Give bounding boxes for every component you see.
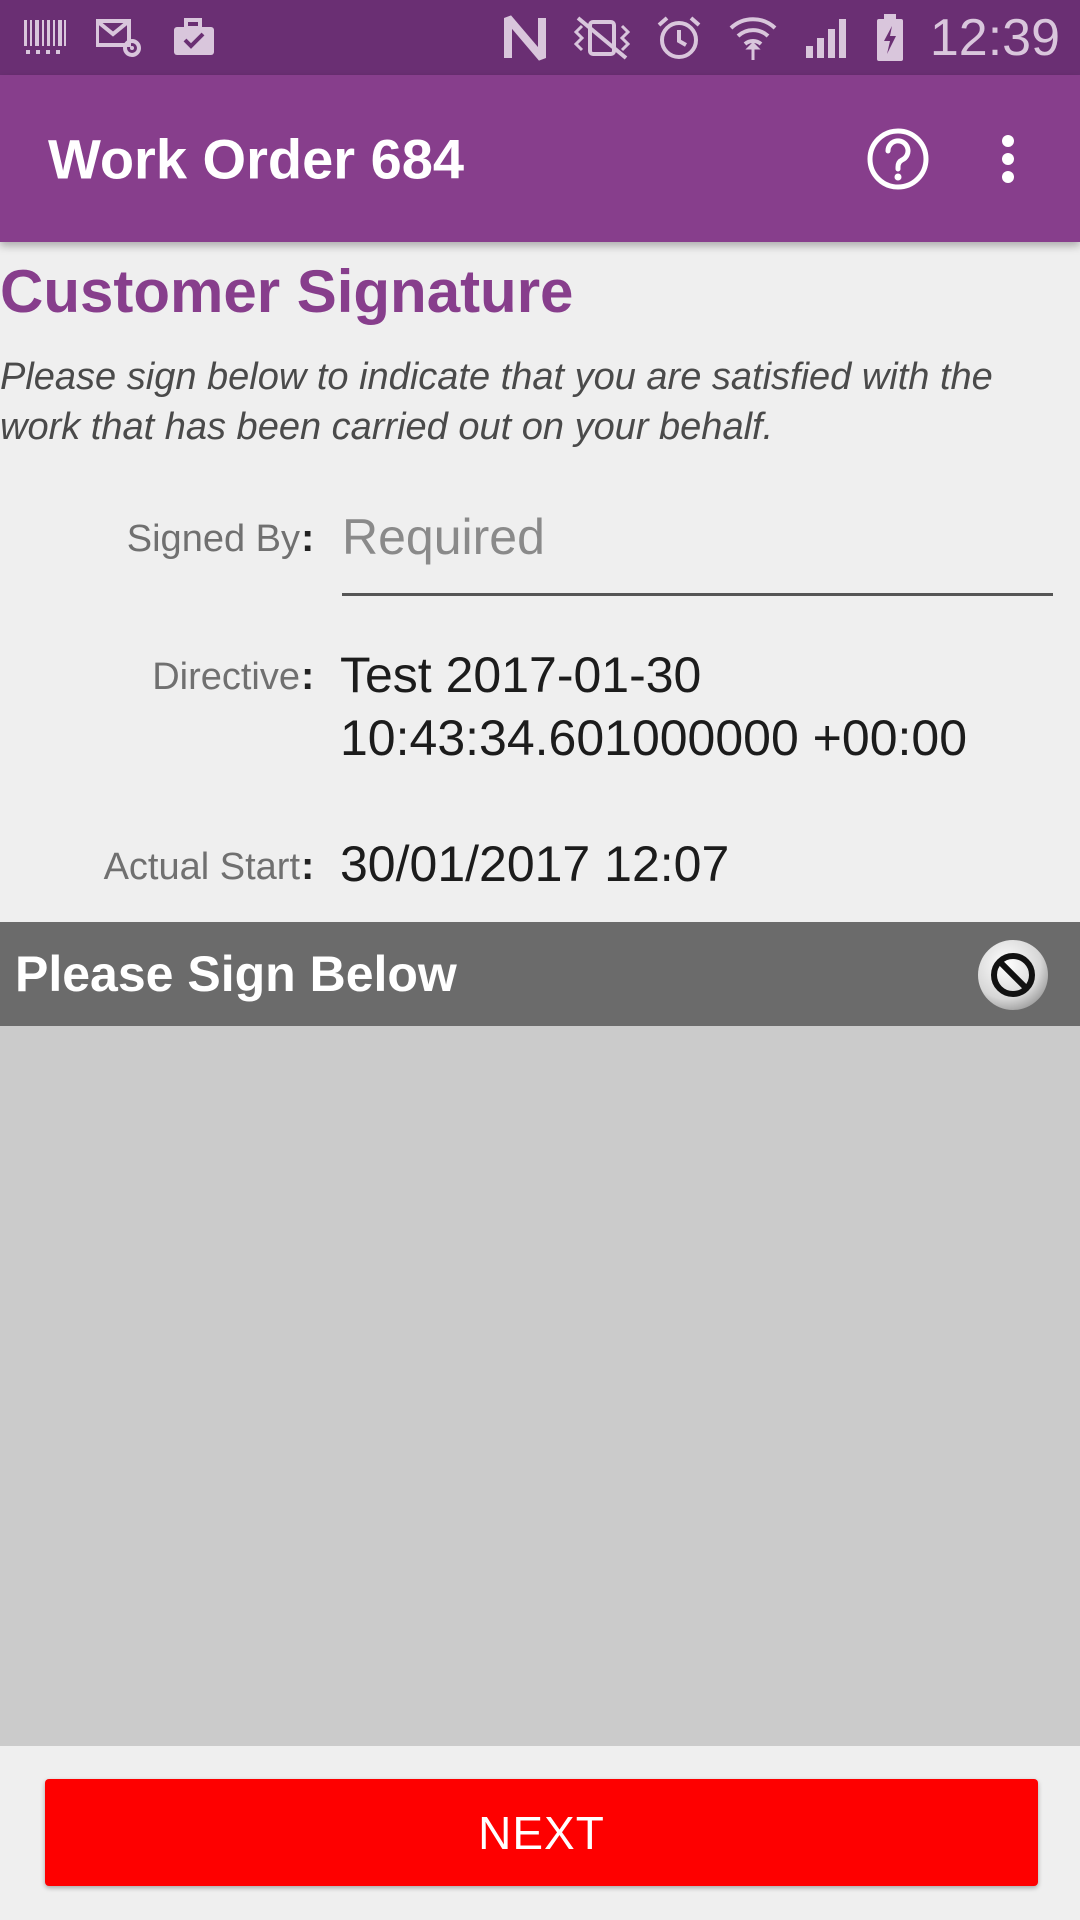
app-title: Work Order 684 xyxy=(48,127,465,190)
directive-colon: : xyxy=(301,654,315,698)
status-bar: 12:39 xyxy=(0,0,1080,75)
signature-title: Please Sign Below xyxy=(15,946,457,1002)
app-bar: Work Order 684 xyxy=(0,75,1080,242)
signed-by-input[interactable] xyxy=(342,508,1052,566)
battery-charging-icon xyxy=(876,13,904,62)
intro-text: Please sign below to indicate that you a… xyxy=(0,356,993,448)
vibrate-icon xyxy=(573,15,630,60)
signed-by-label: Signed By xyxy=(126,518,300,560)
barcode-icon xyxy=(24,19,66,56)
wifi-icon xyxy=(728,14,778,62)
status-time: 12:39 xyxy=(929,8,1060,67)
directive-value-line1: Test 2017-01-30 xyxy=(340,647,702,703)
actual-start-value: 30/01/2017 12:07 xyxy=(340,836,730,892)
signed-by-underline xyxy=(342,593,1053,596)
next-button[interactable]: NEXT xyxy=(45,1779,1038,1886)
alarm-icon xyxy=(656,15,702,61)
directive-value-line2: 10:43:34.601000000 +00:00 xyxy=(340,710,968,766)
signature-header: Please Sign Below xyxy=(0,922,1080,1026)
clear-signature-icon xyxy=(978,940,1048,1010)
signature-pad[interactable] xyxy=(0,1026,1080,1746)
signed-by-colon: : xyxy=(301,516,315,560)
help-button[interactable] xyxy=(866,127,930,191)
status-icons-right: 12:39 xyxy=(476,8,1060,68)
nfc-icon xyxy=(502,14,548,62)
status-icons-left xyxy=(24,17,246,58)
page-title: Customer Signature xyxy=(0,258,574,325)
actual-start-colon: : xyxy=(301,844,315,888)
signal-icon xyxy=(804,16,850,60)
actual-start-label: Actual Start xyxy=(103,846,300,888)
more-vert-icon xyxy=(1002,135,1014,183)
more-options-button[interactable] xyxy=(992,127,1024,191)
help-icon xyxy=(867,128,929,190)
briefcase-check-icon xyxy=(172,17,216,58)
directive-label: Directive xyxy=(152,656,300,698)
clear-signature-button[interactable] xyxy=(976,938,1050,1012)
mail-settings-icon xyxy=(96,18,142,58)
